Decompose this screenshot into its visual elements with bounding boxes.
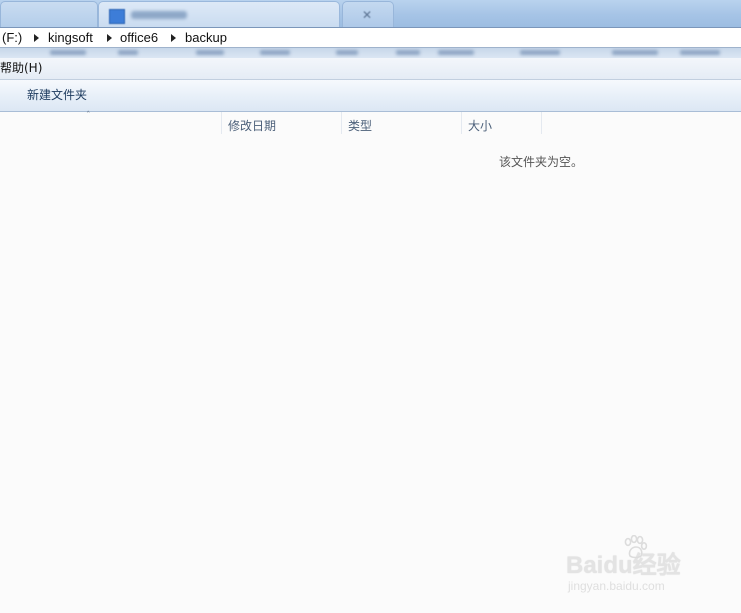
tab-title — [131, 11, 187, 19]
paw-icon — [624, 535, 648, 559]
close-icon[interactable]: ✕ — [361, 9, 373, 21]
tab-inactive[interactable] — [0, 1, 98, 27]
sort-ascending-icon: ˆ — [86, 111, 91, 121]
empty-folder-message: 该文件夹为空。 — [499, 155, 584, 169]
breadcrumb-drive-label: (F:) — [2, 30, 23, 45]
breadcrumb-drive[interactable]: (F:) — [0, 30, 22, 46]
title-bar: ✕ — [0, 0, 741, 27]
breadcrumb-kingsoft[interactable]: kingsoft — [48, 30, 93, 46]
command-toolbar: 新建文件夹 — [0, 80, 741, 112]
chevron-right-icon[interactable] — [171, 34, 176, 42]
chevron-right-icon[interactable] — [34, 34, 39, 42]
column-name[interactable]: ˆ — [0, 112, 221, 134]
chevron-right-icon[interactable] — [107, 34, 112, 42]
column-size[interactable]: 大小 — [461, 112, 542, 134]
address-bar[interactable]: (F:) kingsoft office6 backup — [0, 27, 741, 48]
column-type[interactable]: 类型 — [341, 112, 461, 134]
new-folder-button[interactable]: 新建文件夹 — [22, 85, 92, 105]
folder-icon — [109, 9, 125, 24]
column-header-row: ˆ 修改日期 类型 大小 — [0, 112, 741, 134]
blurred-strip — [0, 48, 741, 58]
breadcrumb-backup[interactable]: backup — [185, 30, 227, 46]
tab-inactive-secondary[interactable]: ✕ — [342, 1, 394, 27]
breadcrumb-office6[interactable]: office6 — [120, 30, 158, 46]
column-date-modified[interactable]: 修改日期 — [221, 112, 341, 134]
watermark-url: jingyan.baidu.com — [568, 579, 665, 593]
tab-active[interactable] — [98, 1, 340, 27]
watermark: Baidu经验 jingyan.baidu.com — [566, 535, 726, 597]
menu-help[interactable]: 帮助(H) — [0, 61, 42, 76]
menu-bar: 帮助(H) — [0, 58, 741, 80]
